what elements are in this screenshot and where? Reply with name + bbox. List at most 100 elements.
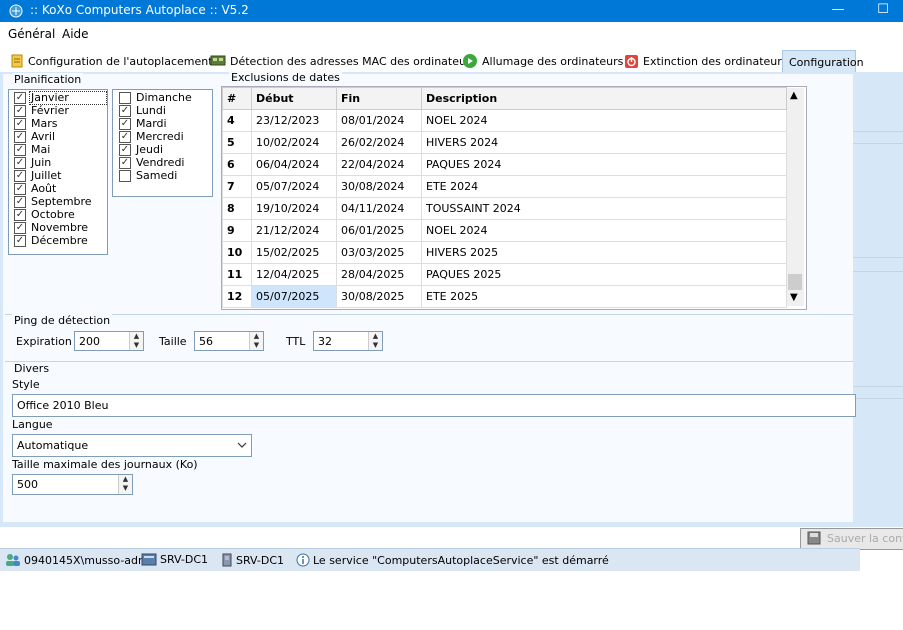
langue-select[interactable]: Automatique	[12, 434, 252, 457]
cell-index[interactable]: 5	[222, 131, 252, 154]
month-checkbox[interactable]	[14, 235, 26, 247]
column-header-debut[interactable]: Début	[251, 87, 337, 110]
month-checkbox[interactable]	[14, 144, 26, 156]
cell-debut[interactable]: 06/04/2024	[251, 153, 337, 176]
save-config-button[interactable]: Sauver la confi	[800, 528, 903, 550]
cell-index[interactable]: 8	[222, 197, 252, 220]
table-row[interactable]: 12 05/07/2025 30/08/2025 ETE 2025	[222, 285, 787, 308]
cell-index[interactable]: 9	[222, 219, 252, 242]
cell-description[interactable]: HIVERS 2025	[421, 241, 787, 264]
cell-index[interactable]: 7	[222, 175, 252, 198]
chevron-down-icon[interactable]	[237, 441, 247, 449]
month-checkbox[interactable]	[14, 196, 26, 208]
month-checkbox[interactable]	[14, 92, 26, 104]
tab-configuration[interactable]: Configuration	[782, 50, 864, 73]
day-checkbox[interactable]	[119, 131, 131, 143]
month-checkbox[interactable]	[14, 209, 26, 221]
table-row[interactable]: 4 23/12/2023 08/01/2024 NOEL 2024	[222, 109, 787, 132]
cell-debut[interactable]: 23/12/2023	[251, 109, 337, 132]
spin-arrows-icon[interactable]: ▲ ▼	[129, 332, 143, 350]
cell-description[interactable]: ETE 2024	[421, 175, 787, 198]
tab-extinction[interactable]: Extinction des ordinateurs	[624, 50, 788, 72]
divider	[853, 131, 903, 132]
exclusions-scrollbar[interactable]: ▲ ▼	[787, 88, 804, 306]
status-message-label: Le service "ComputersAutoplaceService" e…	[313, 553, 609, 567]
spin-arrows-icon[interactable]: ▲ ▼	[368, 332, 382, 350]
spin-arrows-icon[interactable]: ▲ ▼	[118, 475, 132, 494]
ttl-stepper[interactable]: 32 ▲ ▼	[313, 331, 383, 351]
month-checkbox[interactable]	[14, 170, 26, 182]
day-checkbox[interactable]	[119, 170, 131, 182]
cell-fin[interactable]: 04/11/2024	[336, 197, 422, 220]
cell-index[interactable]: 10	[222, 241, 252, 264]
cell-description[interactable]: TOUSSAINT 2024	[421, 197, 787, 220]
month-checkbox[interactable]	[14, 118, 26, 130]
cell-debut[interactable]: 05/07/2025	[251, 285, 337, 308]
cell-fin[interactable]: 30/08/2025	[336, 285, 422, 308]
table-row[interactable]: 10 15/02/2025 03/03/2025 HIVERS 2025	[222, 241, 787, 264]
cell-fin[interactable]: 28/04/2025	[336, 263, 422, 286]
table-row[interactable]: 8 19/10/2024 04/11/2024 TOUSSAINT 2024	[222, 197, 787, 220]
table-row[interactable]: 5 10/02/2024 26/02/2024 HIVERS 2024	[222, 131, 787, 154]
month-checkbox[interactable]	[14, 105, 26, 117]
minimize-button[interactable]: —	[826, 0, 850, 22]
exclusions-grid[interactable]: # Début Fin Description 4 23/12/2023 08/01…	[221, 86, 807, 310]
status-user: 0940145X\musso-adm	[5, 553, 149, 567]
day-label: Jeudi	[136, 143, 164, 156]
cell-fin[interactable]: 22/04/2024	[336, 153, 422, 176]
cell-debut[interactable]: 15/02/2025	[251, 241, 337, 264]
cell-index[interactable]: 11	[222, 263, 252, 286]
spin-arrows-icon[interactable]: ▲ ▼	[249, 332, 263, 350]
column-header-index[interactable]: #	[222, 87, 252, 110]
month-checkbox[interactable]	[14, 183, 26, 195]
tab-configuration-autoplacement[interactable]: Configuration de l'autoplacement	[10, 50, 213, 72]
cell-debut[interactable]: 12/04/2025	[251, 263, 337, 286]
scroll-up-icon[interactable]: ▲	[790, 90, 798, 101]
cell-description[interactable]: ETE 2025	[421, 285, 787, 308]
day-checkbox[interactable]	[119, 144, 131, 156]
cell-debut[interactable]: 10/02/2024	[251, 131, 337, 154]
month-checkbox[interactable]	[14, 222, 26, 234]
journal-stepper[interactable]: 500 ▲ ▼	[12, 474, 133, 495]
table-row[interactable]: 9 21/12/2024 06/01/2025 NOEL 2024	[222, 219, 787, 242]
cell-description[interactable]: NOEL 2024	[421, 219, 787, 242]
cell-description[interactable]: PAQUES 2025	[421, 263, 787, 286]
day-checkbox[interactable]	[119, 105, 131, 117]
day-checkbox[interactable]	[119, 118, 131, 130]
menu-general[interactable]: Général	[8, 27, 55, 41]
cell-fin[interactable]: 06/01/2025	[336, 219, 422, 242]
cell-debut[interactable]: 05/07/2024	[251, 175, 337, 198]
cell-fin[interactable]: 03/03/2025	[336, 241, 422, 264]
tab-detection-mac[interactable]: Détection des adresses MAC des ordinateu…	[210, 50, 476, 72]
maximize-button[interactable]: ☐	[871, 0, 895, 22]
day-checkbox[interactable]	[119, 157, 131, 169]
cell-fin[interactable]: 30/08/2024	[336, 175, 422, 198]
cell-description[interactable]: PAQUES 2024	[421, 153, 787, 176]
scroll-down-icon[interactable]: ▼	[790, 292, 798, 303]
cell-debut[interactable]: 19/10/2024	[251, 197, 337, 220]
column-header-description[interactable]: Description	[421, 87, 787, 110]
scroll-thumb[interactable]	[788, 274, 802, 290]
style-field[interactable]: Office 2010 Bleu	[12, 394, 856, 417]
cell-fin[interactable]: 08/01/2024	[336, 109, 422, 132]
cell-index[interactable]: 4	[222, 109, 252, 132]
day-label: Mardi	[136, 117, 167, 130]
month-checkbox[interactable]	[14, 157, 26, 169]
column-header-fin[interactable]: Fin	[336, 87, 422, 110]
cell-index[interactable]: 12	[222, 285, 252, 308]
day-checkbox[interactable]	[119, 92, 131, 104]
expiration-stepper[interactable]: 200 ▲ ▼	[74, 331, 144, 351]
menu-aide[interactable]: Aide	[62, 27, 89, 41]
month-checkbox[interactable]	[14, 131, 26, 143]
tab-allumage[interactable]: Allumage des ordinateurs	[462, 50, 623, 72]
cell-description[interactable]: NOEL 2024	[421, 109, 787, 132]
cell-description[interactable]: HIVERS 2024	[421, 131, 787, 154]
cell-index[interactable]: 6	[222, 153, 252, 176]
table-row[interactable]: 6 06/04/2024 22/04/2024 PAQUES 2024	[222, 153, 787, 176]
table-row[interactable]: 7 05/07/2024 30/08/2024 ETE 2024	[222, 175, 787, 198]
cell-debut[interactable]: 21/12/2024	[251, 219, 337, 242]
taille-stepper[interactable]: 56 ▲ ▼	[194, 331, 264, 351]
divers-title: Divers	[12, 362, 52, 375]
table-row[interactable]: 11 12/04/2025 28/04/2025 PAQUES 2025	[222, 263, 787, 286]
cell-fin[interactable]: 26/02/2024	[336, 131, 422, 154]
